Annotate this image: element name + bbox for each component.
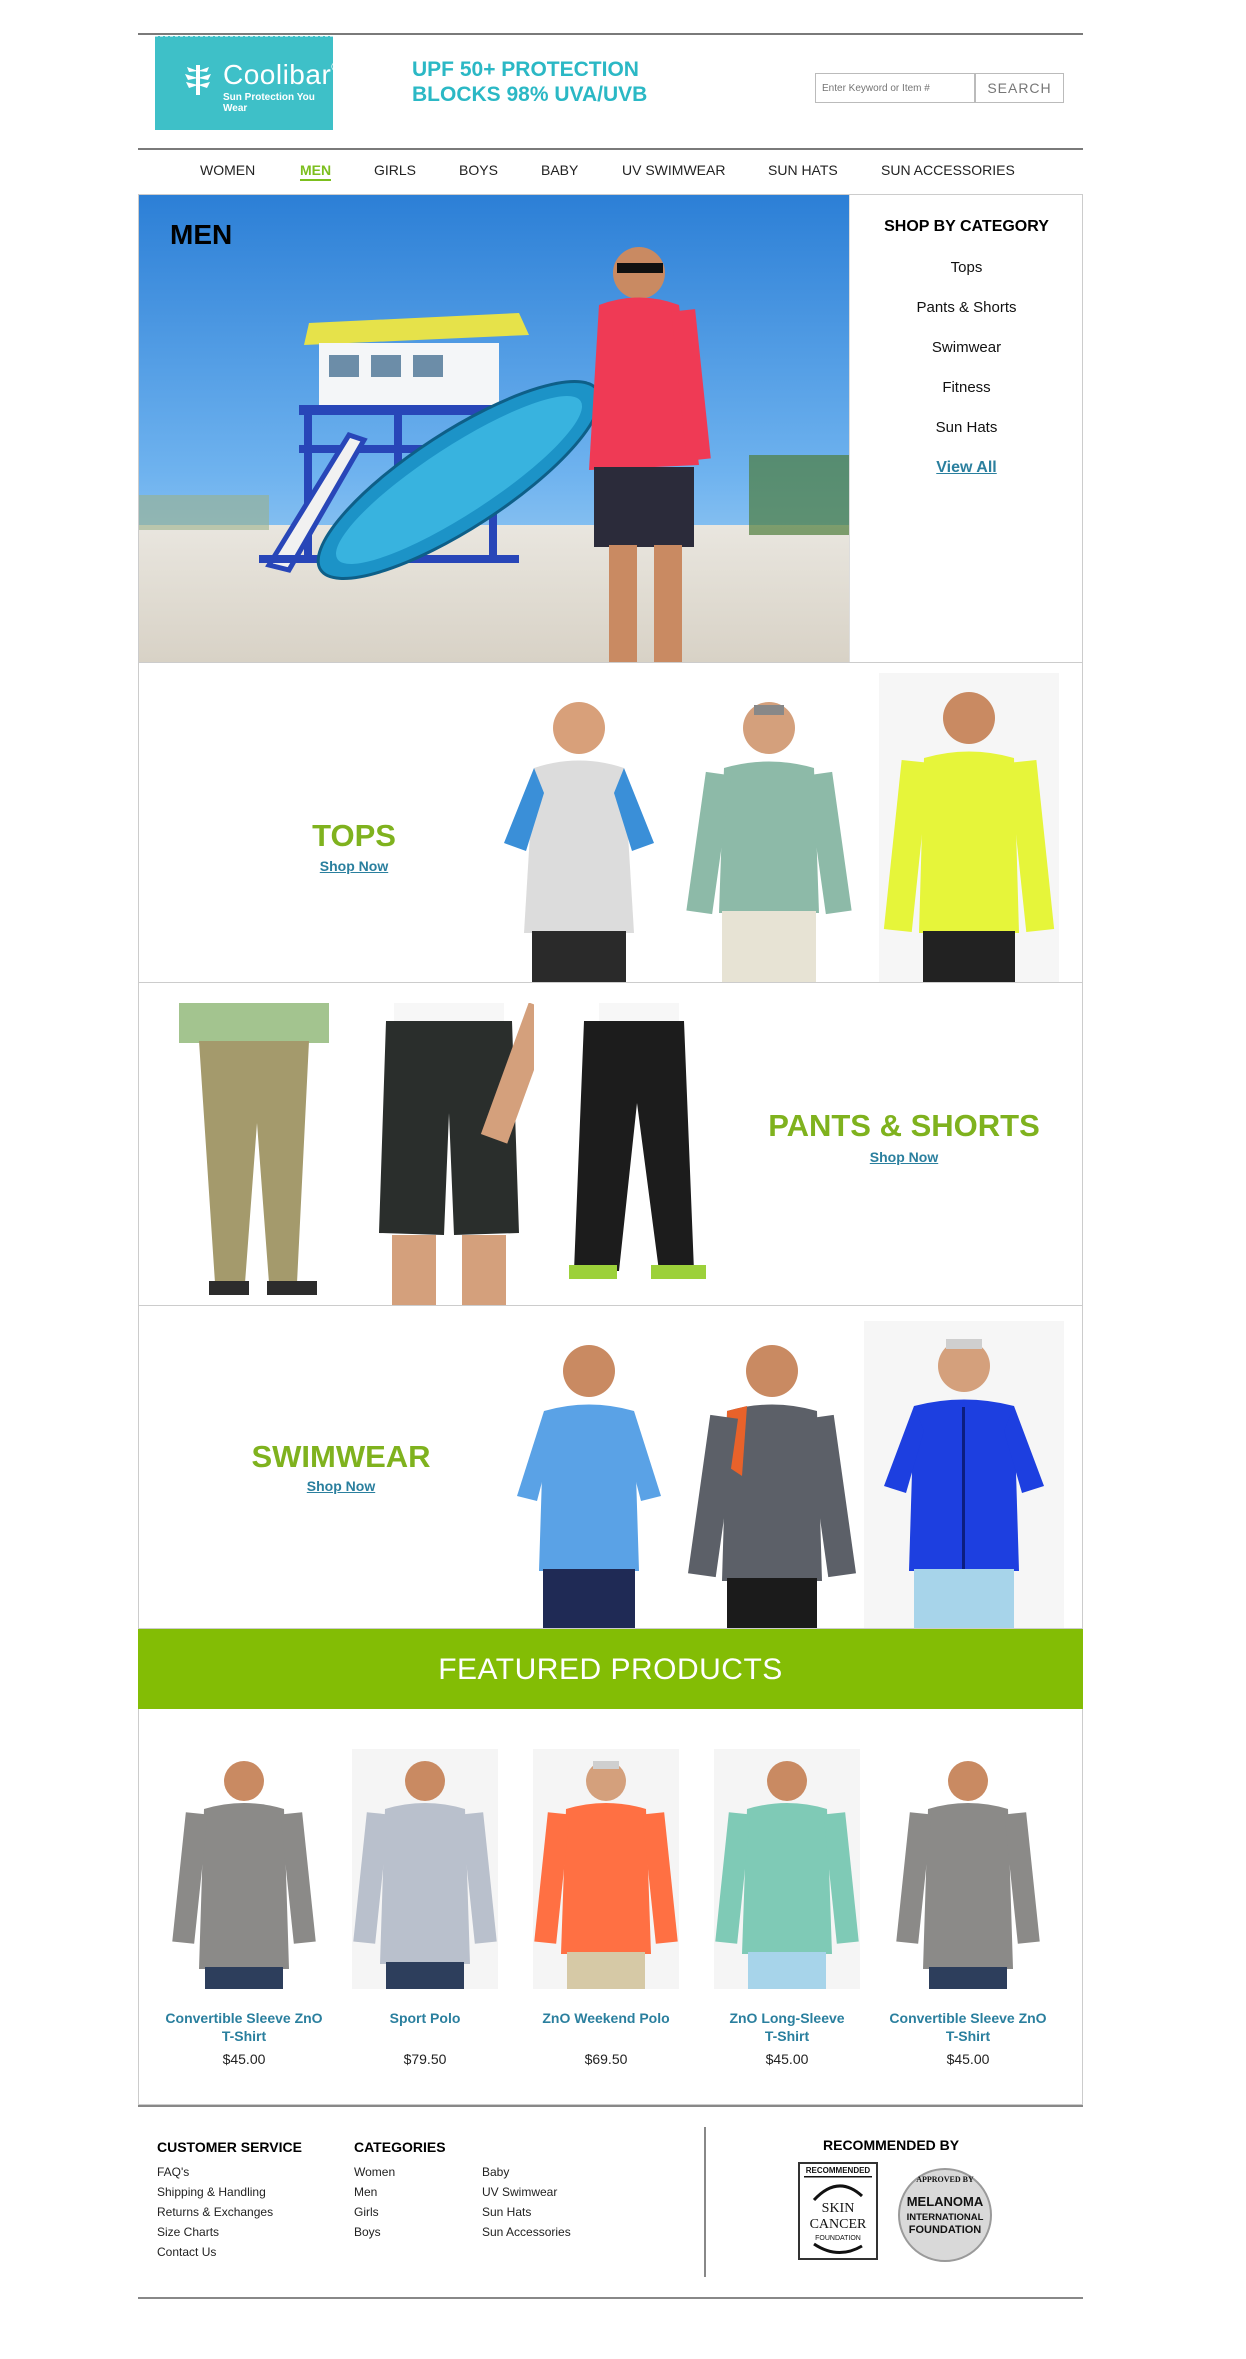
footer-divider <box>704 2127 706 2277</box>
category-link-sun-hats[interactable]: Sun Hats <box>850 419 1083 436</box>
svg-text:INTERNATIONAL: INTERNATIONAL <box>907 2212 984 2223</box>
product-name[interactable]: Convertible Sleeve ZnO T-Shirt <box>154 2009 334 2045</box>
footer-bottom-rule <box>138 2297 1083 2299</box>
view-all-link[interactable]: View All <box>850 459 1083 477</box>
category-link-fitness[interactable]: Fitness <box>850 379 1083 396</box>
product-price: $79.50 <box>403 2051 447 2067</box>
svg-text:CANCER: CANCER <box>810 2217 867 2232</box>
tops-title: TOPS <box>312 818 396 853</box>
product-image[interactable] <box>533 1749 679 1989</box>
footer-link-uv-swimwear[interactable]: UV Swimwear <box>482 2185 557 2199</box>
khaki-pants-image[interactable] <box>179 1003 329 1306</box>
pants-shorts-section: PANTS & SHORTS Shop Now <box>138 983 1083 1306</box>
footer-link-faqs[interactable]: FAQ's <box>157 2165 189 2179</box>
nav-item-baby[interactable]: BABY <box>541 162 578 178</box>
svg-text:RECOMMENDED: RECOMMENDED <box>806 2166 871 2175</box>
main-nav: WOMEN MEN GIRLS BOYS BABY UV SWIMWEAR SU… <box>138 150 1083 194</box>
hero-banner: MEN SHOP BY CATEGORY Tops Pants & Shorts… <box>138 194 1083 663</box>
model-button-shirt-image[interactable] <box>684 683 854 983</box>
footer-link-men[interactable]: Men <box>354 2185 377 2199</box>
skin-cancer-foundation-badge: RECOMMENDED SKIN CANCER FOUNDATION <box>798 2162 878 2260</box>
coolibar-logo[interactable]: Coolibar® Sun Protection You Wear <box>155 36 341 130</box>
search-button[interactable]: SEARCH <box>975 73 1064 103</box>
product-image[interactable] <box>171 1749 317 1989</box>
customer-service-heading: CUSTOMER SERVICE <box>157 2139 302 2155</box>
black-shorts-image[interactable] <box>364 1003 534 1306</box>
category-link-tops[interactable]: Tops <box>850 259 1083 276</box>
svg-text:FOUNDATION: FOUNDATION <box>815 2235 861 2242</box>
footer-link-boys[interactable]: Boys <box>354 2225 381 2239</box>
product-price: $45.00 <box>222 2051 266 2067</box>
category-link-pants-shorts[interactable]: Pants & Shorts <box>850 299 1083 316</box>
svg-text:SKIN: SKIN <box>822 2201 855 2216</box>
product-name[interactable]: ZnO Long-Sleeve T-Shirt <box>697 2009 877 2045</box>
svg-text:APPROVED BY: APPROVED BY <box>916 2175 974 2184</box>
shop-by-category-panel: SHOP BY CATEGORY Tops Pants & Shorts Swi… <box>849 195 1082 662</box>
svg-text:MELANOMA: MELANOMA <box>907 2194 984 2209</box>
nav-item-sun-accessories[interactable]: SUN ACCESSORIES <box>881 162 1015 178</box>
footer-link-women[interactable]: Women <box>354 2165 395 2179</box>
page: Coolibar® Sun Protection You Wear UPF 50… <box>138 0 1083 2359</box>
product-image[interactable] <box>895 1749 1041 1989</box>
promo-message: UPF 50+ PROTECTION BLOCKS 98% UVA/UVB <box>412 57 647 107</box>
footer-link-sun-hats[interactable]: Sun Hats <box>482 2205 531 2219</box>
category-link-swimwear[interactable]: Swimwear <box>850 339 1083 356</box>
promo-line-2: BLOCKS 98% UVA/UVB <box>412 83 648 106</box>
coolibar-leaf-icon <box>185 65 211 95</box>
logo-wordmark: Coolibar® <box>223 59 342 90</box>
beach-scene-illustration <box>139 195 849 662</box>
promo-line-1: UPF 50+ PROTECTION <box>412 58 639 81</box>
product-price: $69.50 <box>584 2051 628 2067</box>
product-image[interactable] <box>352 1749 498 1989</box>
featured-products-banner: FEATURED PRODUCTS <box>138 1629 1083 1709</box>
model-royal-blue-zip-image[interactable] <box>864 1321 1064 1629</box>
melanoma-international-foundation-badge: APPROVED BY MELANOMA INTERNATIONAL FOUND… <box>898 2168 992 2262</box>
categories-heading: CATEGORIES <box>354 2139 446 2155</box>
model-gray-rash-guard-image[interactable] <box>687 1326 857 1629</box>
model-blue-rash-guard-image[interactable] <box>509 1326 669 1629</box>
product-image[interactable] <box>714 1749 860 1989</box>
logo-tagline: Sun Protection You Wear <box>223 92 315 114</box>
tops-section: TOPS Shop Now <box>138 663 1083 983</box>
header-top-rule <box>138 33 1083 35</box>
nav-item-sun-hats[interactable]: SUN HATS <box>768 162 838 178</box>
footer-link-contact-us[interactable]: Contact Us <box>157 2245 216 2259</box>
search-input[interactable] <box>815 73 975 103</box>
nav-item-boys[interactable]: BOYS <box>459 162 498 178</box>
footer-top-rule <box>138 2105 1083 2107</box>
featured-products-grid: Convertible Sleeve ZnO T-Shirt $45.00 Sp… <box>138 1709 1083 2105</box>
svg-text:FOUNDATION: FOUNDATION <box>909 2224 982 2236</box>
black-pants-image[interactable] <box>559 1003 709 1306</box>
footer-link-sun-accessories[interactable]: Sun Accessories <box>482 2225 571 2239</box>
category-heading: SHOP BY CATEGORY <box>884 218 1049 235</box>
swimwear-section: SWIMWEAR Shop Now <box>138 1306 1083 1629</box>
nav-item-uv-swimwear[interactable]: UV SWIMWEAR <box>622 162 725 178</box>
footer-link-baby[interactable]: Baby <box>482 2165 509 2179</box>
swimwear-shop-now-link[interactable]: Shop Now <box>221 1478 461 1494</box>
footer-link-shipping[interactable]: Shipping & Handling <box>157 2185 266 2199</box>
tops-shop-now-link[interactable]: Shop Now <box>234 858 474 874</box>
footer-link-returns[interactable]: Returns & Exchanges <box>157 2205 273 2219</box>
model-raglan-tee-image[interactable] <box>494 683 664 983</box>
nav-item-men[interactable]: MEN <box>300 162 332 181</box>
recommended-by-heading: RECOMMENDED BY <box>823 2137 960 2153</box>
footer-link-girls[interactable]: Girls <box>354 2205 379 2219</box>
model-neon-tee-image[interactable] <box>879 673 1059 983</box>
swimwear-title: SWIMWEAR <box>251 1439 431 1474</box>
pants-shorts-shop-now-link[interactable]: Shop Now <box>739 1149 1069 1165</box>
product-name[interactable]: Sport Polo <box>335 2009 515 2027</box>
product-name[interactable]: Convertible Sleeve ZnO T-Shirt <box>878 2009 1058 2045</box>
nav-item-girls[interactable]: GIRLS <box>374 162 416 178</box>
product-name[interactable]: ZnO Weekend Polo <box>516 2009 696 2027</box>
product-price: $45.00 <box>765 2051 809 2067</box>
footer-link-size-charts[interactable]: Size Charts <box>157 2225 219 2239</box>
product-price: $45.00 <box>946 2051 990 2067</box>
nav-item-women[interactable]: WOMEN <box>200 162 255 178</box>
pants-shorts-title: PANTS & SHORTS <box>768 1108 1040 1143</box>
featured-products-title: FEATURED PRODUCTS <box>438 1653 783 1686</box>
hero-beach-image[interactable] <box>139 195 849 662</box>
hero-title: MEN <box>170 219 233 250</box>
